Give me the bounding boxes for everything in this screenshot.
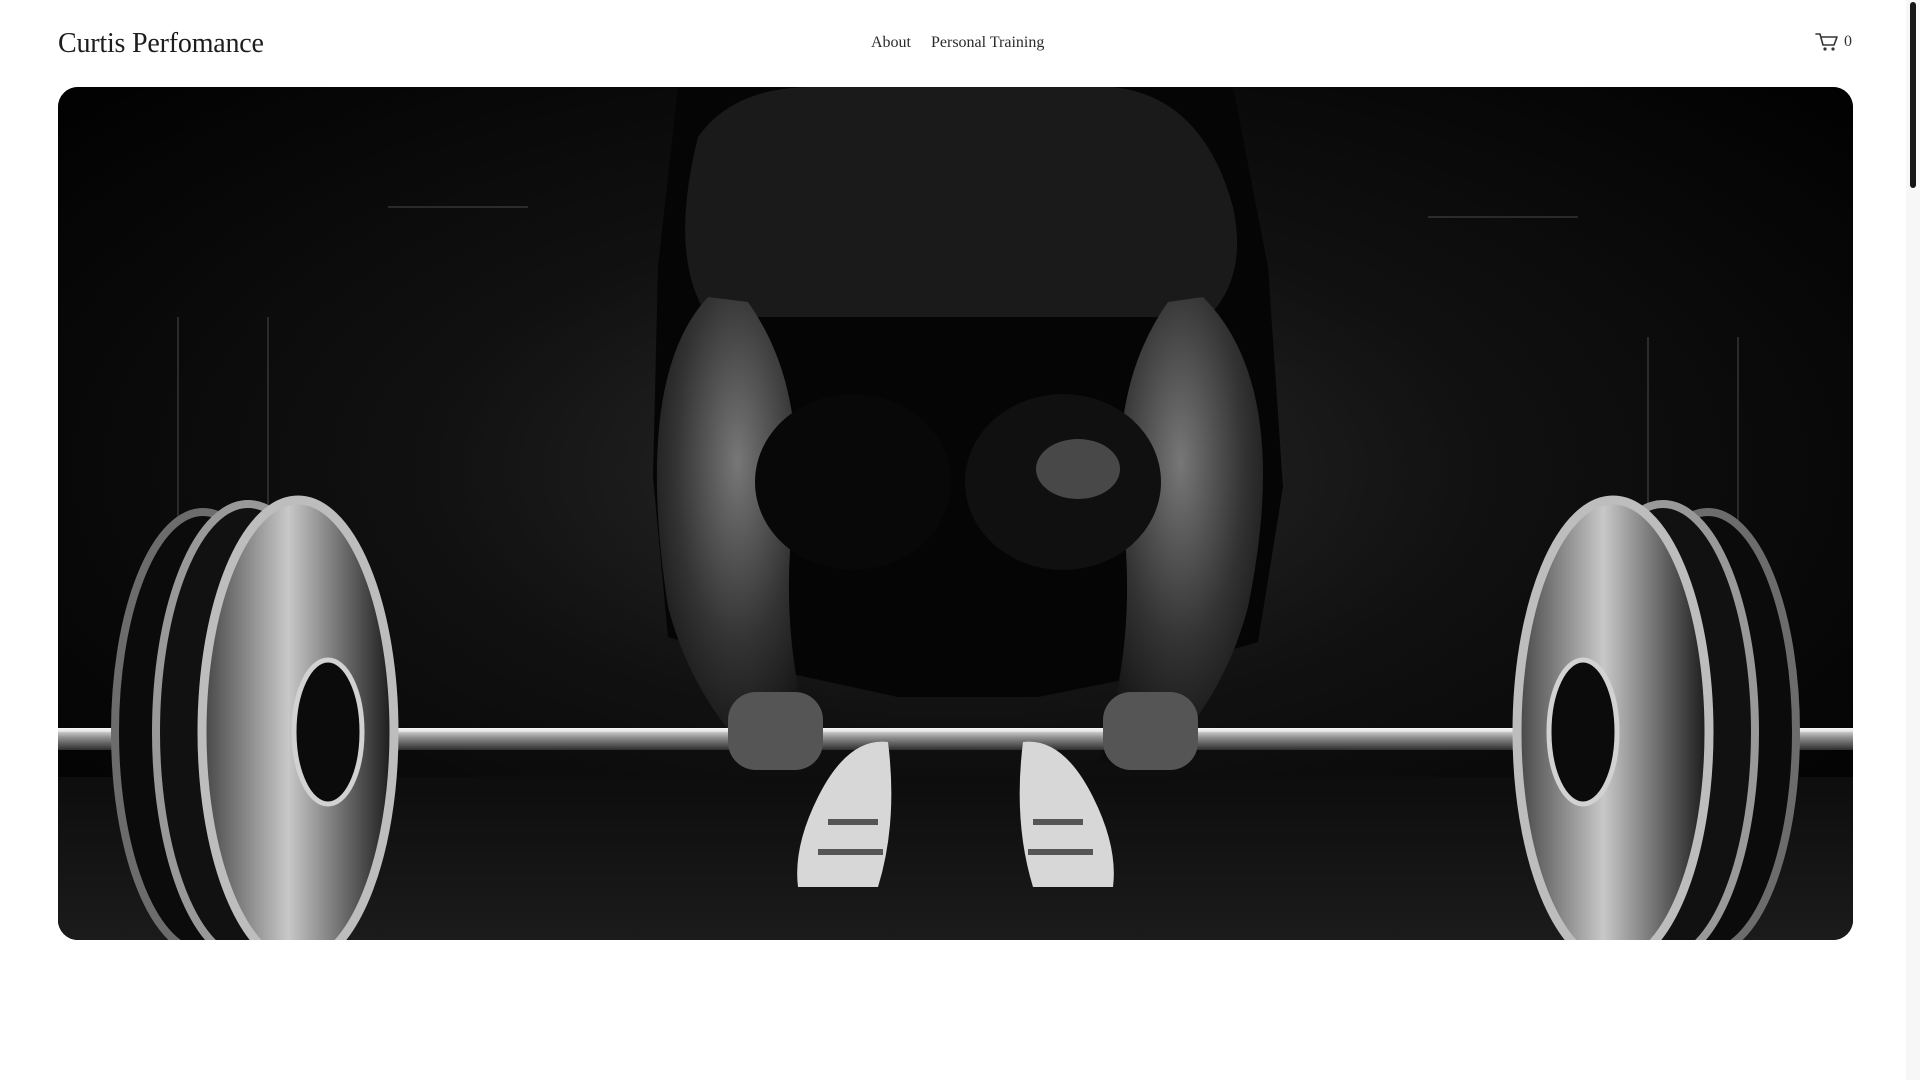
page: Curtis Perfomance About Personal Trainin… xyxy=(0,0,1920,1080)
scrollbar-thumb[interactable] xyxy=(1910,2,1916,188)
nav-link-about[interactable]: About xyxy=(871,33,911,53)
page-scrollbar[interactable] xyxy=(1906,0,1920,1080)
main-nav: About Personal Training xyxy=(871,33,1044,53)
hero-image xyxy=(58,87,1853,940)
shopping-cart-icon xyxy=(1815,32,1839,52)
nav-link-personal-training[interactable]: Personal Training xyxy=(931,33,1044,53)
cart-button[interactable]: 0 xyxy=(1815,32,1852,52)
site-header: Curtis Perfomance About Personal Trainin… xyxy=(58,0,1852,87)
brand-logo[interactable]: Curtis Perfomance xyxy=(58,27,264,61)
cart-count: 0 xyxy=(1844,33,1852,50)
